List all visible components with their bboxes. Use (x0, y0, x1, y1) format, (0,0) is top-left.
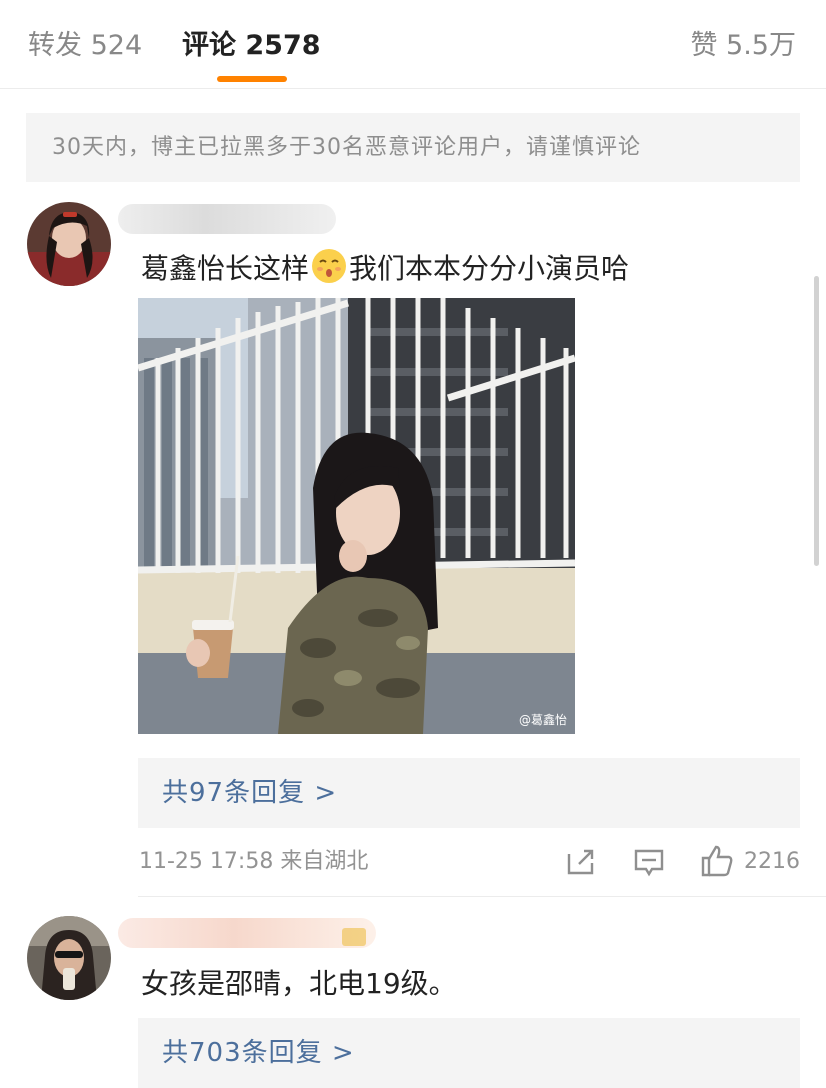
comment-text: 女孩是邵晴，北电19级。 (141, 967, 457, 1000)
tab-comments[interactable]: 评论 2578 (182, 26, 321, 66)
comment-icon[interactable] (634, 848, 664, 882)
active-tab-indicator (217, 76, 287, 82)
username-blurred[interactable] (118, 204, 336, 234)
image-watermark: @葛鑫怡 (518, 713, 567, 727)
tab-likes[interactable]: 赞 5.5万 (690, 26, 796, 66)
moderation-notice: 30天内，博主已拉黑多于30名恶意评论用户，请谨慎评论 (26, 113, 800, 182)
comment-text: 葛鑫怡长这样 我们本本分分小演员哈 (141, 248, 629, 295)
kissing-face-emoji-icon (311, 248, 347, 295)
tab-repost[interactable]: 转发 524 (28, 26, 142, 66)
username-blurred[interactable] (118, 918, 376, 948)
badge-icon (342, 928, 366, 946)
scrollbar[interactable] (814, 276, 819, 566)
view-replies-button[interactable]: 共703条回复 > (138, 1018, 800, 1088)
comment-meta: 11-25 17:58 来自湖北 (139, 849, 369, 874)
replies-count-label: 共703条回复 > (162, 1038, 355, 1068)
comment-tabs-bar: 转发 524 评论 2578 赞 5.5万 (0, 0, 826, 89)
view-replies-button[interactable]: 共97条回复 > (138, 758, 800, 828)
notice-text: 30天内，博主已拉黑多于30名恶意评论用户，请谨慎评论 (52, 135, 641, 160)
like-count: 2216 (744, 849, 800, 874)
avatar[interactable] (27, 202, 111, 286)
divider (138, 896, 826, 897)
thumbs-up-icon[interactable] (700, 844, 734, 882)
replies-count-label: 共97条回复 > (162, 778, 338, 808)
share-icon[interactable] (566, 848, 596, 880)
comment-photo[interactable]: @葛鑫怡 (138, 298, 575, 734)
avatar[interactable] (27, 916, 111, 1000)
